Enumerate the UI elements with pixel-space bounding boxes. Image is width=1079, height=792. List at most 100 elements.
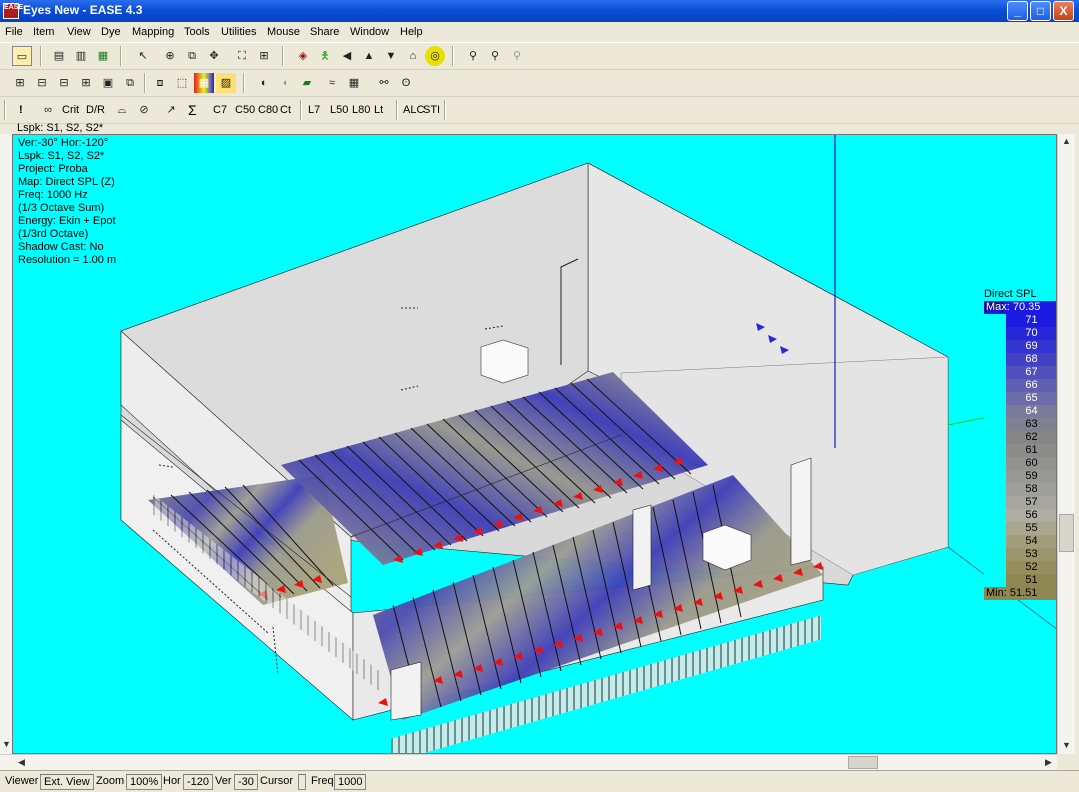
status-ver-value: -30 [234, 774, 258, 790]
toolbar-separator [444, 100, 446, 120]
sum-button[interactable]: Σ [186, 100, 199, 120]
shape-icon[interactable]: ⌓ [112, 100, 132, 120]
l7-button[interactable]: L7 [306, 100, 322, 120]
pointer-icon[interactable]: ↖ [133, 46, 153, 66]
legend-scale: 71 70 69 68 67 66 65 64 63 62 61 60 59 58 57 56 55 54 53 52… [984, 314, 1056, 587]
maximize-button[interactable]: □ [1030, 1, 1051, 21]
vertical-scroll-thumb[interactable] [1059, 514, 1074, 552]
info-line: (1/3rd Octave) [18, 228, 89, 240]
c50-button[interactable]: C50 [233, 100, 257, 120]
print-icon[interactable]: ▤ [49, 46, 69, 66]
wave-icon[interactable]: ≈ [322, 73, 342, 93]
alert-button[interactable]: ! [17, 100, 25, 120]
select-icon[interactable]: ⧉ [182, 46, 202, 66]
layout-quad-icon[interactable]: ⊞ [10, 73, 30, 93]
c7-button[interactable]: C7 [211, 100, 229, 120]
move-icon[interactable]: ✥ [204, 46, 224, 66]
zoom-extent-icon[interactable]: ⊞ [254, 46, 274, 66]
layout-left-icon[interactable]: ⊟ [32, 73, 52, 93]
l80-button[interactable]: L80 [350, 100, 372, 120]
horizontal-scroll-thumb[interactable] [848, 756, 878, 769]
menu-help[interactable]: Help [400, 26, 423, 38]
menu-mapping[interactable]: Mapping [132, 26, 174, 38]
legend-row-spacer [984, 444, 1006, 457]
menu-dye[interactable]: Dye [101, 26, 121, 38]
layout-right-icon[interactable]: ⊟ [54, 73, 74, 93]
c80-button[interactable]: C80 [256, 100, 280, 120]
rays-icon[interactable]: ⚯ [374, 73, 394, 93]
scroll-down-icon[interactable]: ▼ [1062, 740, 1071, 750]
app-icon[interactable]: EASE [3, 3, 23, 19]
legend-row-spacer [984, 314, 1006, 327]
layout-cascade-icon[interactable]: ⧉ [120, 73, 140, 93]
close-button[interactable]: X [1053, 1, 1074, 21]
export-icon[interactable]: ▦ [93, 46, 113, 66]
arrow-down-icon[interactable]: ▼ [381, 46, 401, 66]
minimize-button[interactable]: _ [1007, 1, 1028, 21]
layout-single-icon[interactable]: ▣ [98, 73, 118, 93]
scroll-right-icon[interactable]: ▶ [1045, 757, 1052, 768]
ear-icon[interactable]: ʘ [396, 73, 416, 93]
crosshair-icon[interactable]: ⊕ [160, 46, 180, 66]
scroll-up-icon[interactable]: ▲ [1062, 136, 1071, 146]
no-entry-icon[interactable]: ⊘ [134, 100, 154, 120]
palette-icon[interactable]: ▨ [216, 73, 236, 93]
scroll-left-icon[interactable]: ◀ [18, 757, 25, 768]
target-icon[interactable]: ◎ [425, 46, 445, 66]
walk-icon[interactable]: 🯅 [315, 46, 335, 66]
sti-button[interactable]: STI [421, 100, 442, 120]
toolbar-main: ▭ ▤ ▥ ▦ ↖ ⊕ ⧉ ✥ ⛶ ⊞ ◈ 🯅 ◀ ▲ ▼ ⌂ ◎ ⚲ ⚲ ⚲ [0, 43, 1079, 70]
legend-row: 68 [984, 353, 1056, 366]
menu-share[interactable]: Share [310, 26, 339, 38]
menu-mouse[interactable]: Mouse [267, 26, 300, 38]
menu-file[interactable]: File [5, 26, 23, 38]
vertical-scrollbar[interactable]: ▲ ▼ [1057, 134, 1075, 754]
scroll-down-icon[interactable]: ▼ [2, 739, 11, 749]
menu-utilities[interactable]: Utilities [221, 26, 256, 38]
horizontal-scrollbar[interactable]: ◀ ▶ [0, 754, 1057, 770]
layout-top-icon[interactable]: ⊞ [76, 73, 96, 93]
status-ext-view[interactable]: Ext. View [40, 774, 94, 790]
listener-disabled-icon[interactable]: ⚲ [507, 46, 527, 66]
cube-view-icon[interactable]: ⧈ [150, 73, 170, 93]
legend-row-spacer [984, 470, 1006, 483]
legend-row: 69 [984, 340, 1056, 353]
link-icon[interactable]: ∞ [38, 100, 58, 120]
info-line: Map: Direct SPL (Z) [18, 176, 115, 188]
color-map-icon[interactable]: ▦ [194, 73, 214, 93]
home-icon[interactable]: ⌂ [403, 46, 423, 66]
print-preview-icon[interactable]: ▥ [71, 46, 91, 66]
zoom-fit-icon[interactable]: ⛶ [232, 46, 252, 66]
3d-viewport[interactable]: Ver:-30° Hor:-120° Lspk: S1, S2, S2* Pro… [12, 134, 1057, 754]
render-icon[interactable]: ◈ [293, 46, 313, 66]
listener-pair-icon[interactable]: ⚲ [463, 46, 483, 66]
menu-item[interactable]: Item [33, 26, 54, 38]
legend-row-spacer [984, 431, 1006, 444]
legend-title: Direct SPL [dB] [984, 288, 1056, 313]
toolbar-separator [452, 46, 454, 66]
legend-min: Min: 51.51 [984, 587, 1056, 600]
toolbar-measures: ! ∞ Crit D/R ⌓ ⊘ ↗ Σ C7 C50 C80 Ct L7 L5… [0, 97, 1079, 124]
info-line: Freq: 1000 Hz [18, 189, 88, 201]
legend-row: 53 [984, 548, 1056, 561]
l50-button[interactable]: L50 [328, 100, 350, 120]
arrow-left-icon[interactable]: ◀ [337, 46, 357, 66]
wire-view-icon[interactable]: ⬚ [172, 73, 192, 93]
dr-button[interactable]: D/R [84, 100, 107, 120]
lt-button[interactable]: Lt [372, 100, 385, 120]
listener-icon[interactable]: ⚲ [485, 46, 505, 66]
legend-swatch: 52 [1006, 561, 1056, 574]
speaker-icon[interactable]: ◖ [253, 73, 273, 93]
ct-button[interactable]: Ct [278, 100, 293, 120]
new-window-icon[interactable]: ▭ [12, 46, 32, 66]
vector-icon[interactable]: ↗ [161, 100, 181, 120]
grid-map-icon[interactable]: ▦ [344, 73, 364, 93]
menu-view[interactable]: View [67, 26, 91, 38]
menu-window[interactable]: Window [350, 26, 389, 38]
arrow-up-icon[interactable]: ▲ [359, 46, 379, 66]
menu-tools[interactable]: Tools [184, 26, 210, 38]
speaker-disabled-icon[interactable]: ◖ [275, 73, 295, 93]
surface-icon[interactable]: ▰ [297, 73, 317, 93]
legend-row: 71 [984, 314, 1056, 327]
crit-button[interactable]: Crit [60, 100, 81, 120]
